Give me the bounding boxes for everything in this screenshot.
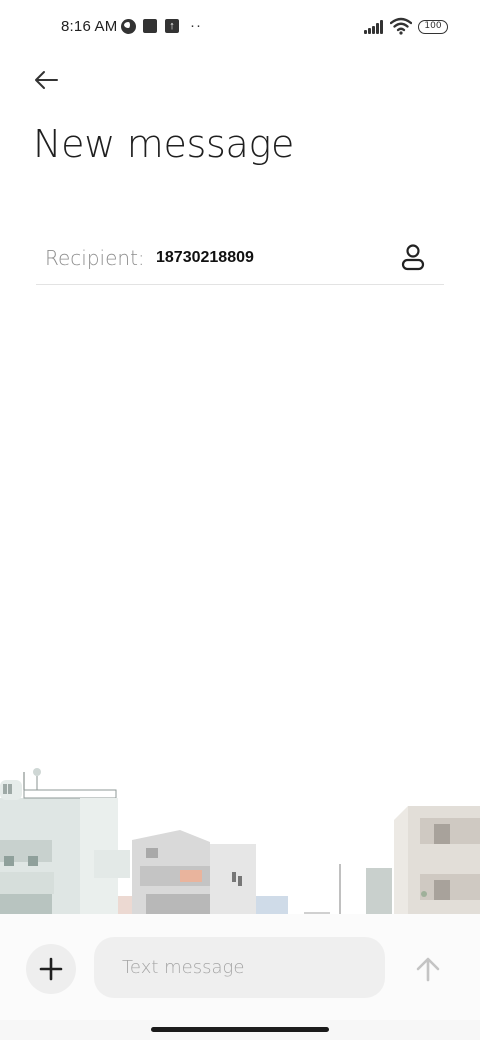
signal-icon [364,20,386,34]
wifi-icon [390,17,412,35]
status-time: 8:16 AM [61,18,118,35]
send-button[interactable] [410,951,446,987]
upload-icon: ↑ [165,19,179,33]
pick-contact-button[interactable] [398,242,428,272]
recipient-label: Recipient: [45,246,145,270]
city-illustration [0,768,480,916]
text-message-input[interactable] [94,937,385,998]
recipient-row[interactable]: Recipient: 18730218809 [36,232,444,285]
battery-icon: 100 [418,20,448,34]
recipient-input[interactable]: 18730218809 [156,249,254,267]
plus-icon [39,957,63,981]
arrow-left-icon [35,71,58,89]
page-title: New message [33,122,295,166]
circle-app-icon [121,19,136,34]
square-app-icon [143,19,157,33]
person-icon [401,244,425,271]
more-dots-icon: ·· [190,17,202,34]
attach-button[interactable] [26,944,76,994]
home-indicator[interactable] [151,1027,329,1032]
arrow-up-icon [416,957,440,982]
status-bar: 8:16 AM ↑ ·· 100 [0,0,480,56]
battery-level: 100 [424,21,442,31]
compose-bar [0,914,480,1020]
back-button[interactable] [28,64,64,96]
